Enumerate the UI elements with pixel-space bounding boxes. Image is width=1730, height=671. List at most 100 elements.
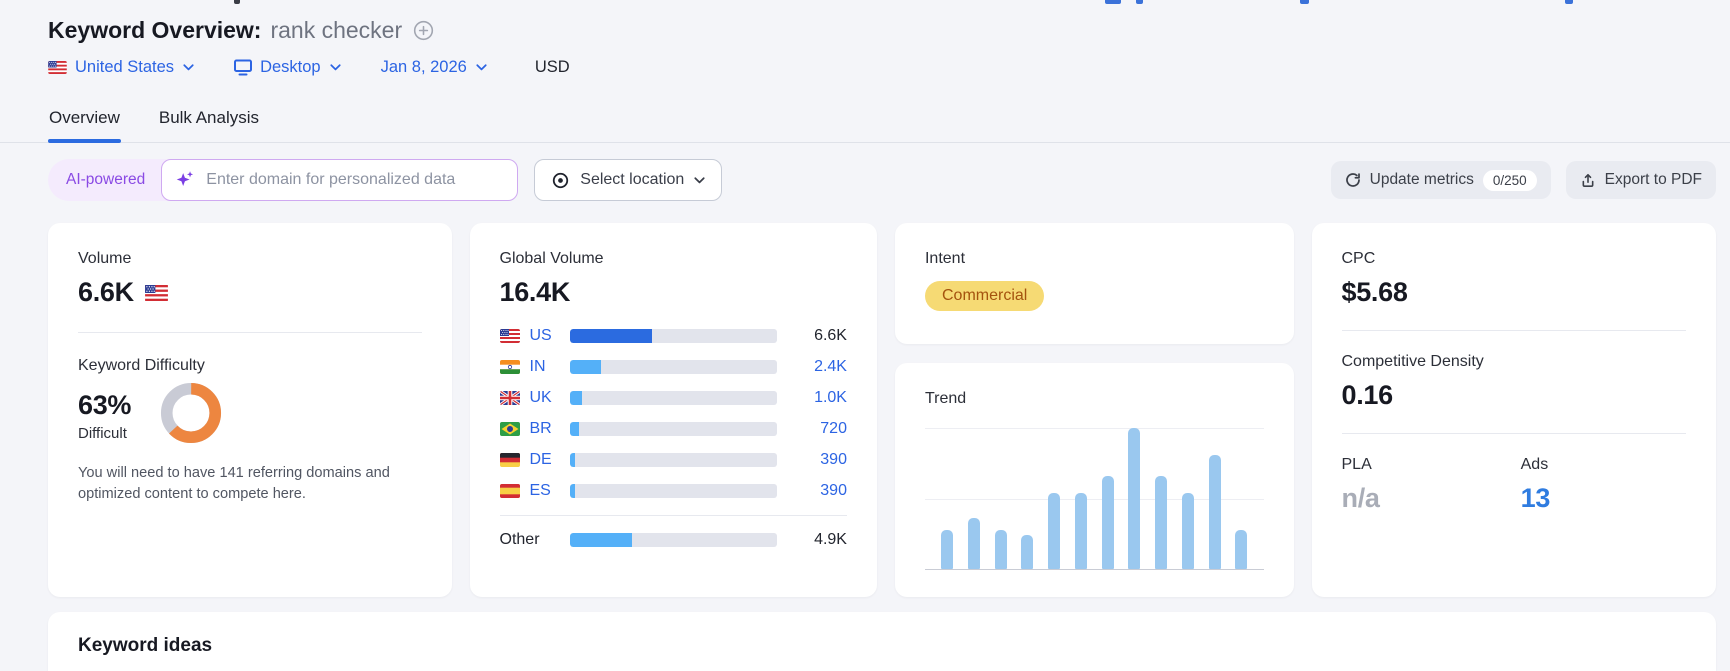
flag-icon-uk	[499, 391, 520, 405]
trend-bar	[1155, 475, 1168, 569]
difficulty-donut-chart	[159, 381, 223, 445]
volume-value: 6.6K	[78, 277, 422, 308]
refresh-icon	[1345, 172, 1361, 188]
us-flag-icon	[144, 284, 169, 301]
date-filter-label: Jan 8, 2026	[380, 58, 467, 76]
add-keyword-icon[interactable]	[413, 20, 434, 41]
ads-value: 13	[1520, 483, 1551, 513]
country-link[interactable]: ES	[530, 482, 564, 500]
cutoff-fragment	[1136, 0, 1143, 4]
pla-label: PLA	[1341, 456, 1372, 473]
cpc-card: CPC $5.68 Competitive Density 0.16 PLA n…	[1311, 223, 1716, 597]
cutoff-fragment	[1565, 0, 1573, 4]
volume-bar	[569, 484, 777, 498]
toolbar: AI-powered Select location Update metric…	[48, 159, 1716, 201]
country-volume-row: US 6.6K	[499, 325, 847, 347]
keyword-ideas-title: Keyword ideas	[78, 635, 213, 656]
divider	[1341, 330, 1686, 331]
chevron-down-icon	[694, 176, 705, 184]
trend-chart	[924, 428, 1264, 570]
volume-card: Volume 6.6K Keyword Difficulty 63% Diffi…	[48, 223, 452, 597]
flag-icon-es	[499, 484, 520, 498]
country-volume-list: US 6.6K IN 2.4K UK 1.0K BR 720 DE 390 ES 390	[499, 325, 847, 502]
page-title-label: Keyword Overview:	[48, 17, 262, 43]
pla-value: n/a	[1341, 483, 1380, 513]
keyword-difficulty-level: Difficult	[78, 424, 127, 442]
chevron-down-icon	[330, 64, 341, 71]
global-volume-value: 16.4K	[499, 277, 571, 307]
export-pdf-label: Export to PDF	[1604, 171, 1702, 188]
tab-bulk-analysis[interactable]: Bulk Analysis	[158, 102, 260, 142]
divider	[78, 332, 422, 333]
update-metrics-button[interactable]: Update metrics 0/250	[1330, 161, 1551, 199]
trend-bar	[1235, 529, 1248, 569]
country-volume-row: DE 390	[499, 449, 847, 471]
currency-label: USD	[534, 58, 570, 76]
update-counter-badge: 0/250	[1482, 169, 1537, 191]
date-filter[interactable]: Jan 8, 2026	[381, 58, 487, 77]
trend-card: Trend	[894, 363, 1294, 597]
flag-icon-us	[499, 329, 520, 343]
intent-label: Intent	[924, 250, 966, 267]
keyword-ideas-card: Keyword ideas	[48, 612, 1716, 671]
volume-label: Volume	[78, 250, 132, 267]
trend-bar	[967, 518, 980, 569]
country-link[interactable]: US	[530, 327, 564, 345]
us-flag-icon	[48, 61, 67, 74]
country-filter[interactable]: United States	[48, 58, 194, 77]
cutoff-fragment	[1300, 0, 1309, 4]
intent-card: Intent Commercial	[894, 223, 1294, 344]
country-volume-value: 6.6K	[814, 327, 847, 344]
cutoff-fragment	[1105, 0, 1121, 4]
country-volume-value: 720	[820, 420, 847, 437]
global-volume-card: Global Volume 16.4K US 6.6K IN 2.4K UK 1.0K BR…	[469, 223, 877, 597]
device-filter[interactable]: Desktop	[234, 58, 341, 77]
trend-bar	[1101, 475, 1114, 569]
divider	[1341, 433, 1686, 434]
competitive-density-value: 0.16	[1341, 380, 1394, 410]
trend-bar	[1181, 492, 1194, 569]
intent-badge[interactable]: Commercial	[924, 281, 1045, 311]
page-title-keyword: rank checker	[270, 17, 403, 43]
cpc-label: CPC	[1341, 250, 1376, 267]
country-volume-row: UK 1.0K	[499, 387, 847, 409]
filters-bar: United States Desktop Jan 8, 2026 USD	[48, 58, 1716, 77]
cutoff-fragment	[234, 0, 240, 4]
country-volume-row: IN 2.4K	[499, 356, 847, 378]
cpc-value: $5.68	[1341, 277, 1408, 307]
update-metrics-label: Update metrics	[1369, 171, 1474, 188]
country-volume-value: 1.0K	[814, 389, 847, 406]
trend-bar	[1021, 535, 1034, 569]
chevron-down-icon	[183, 64, 194, 71]
select-location-button[interactable]: Select location	[534, 159, 723, 201]
export-icon	[1580, 172, 1596, 189]
domain-input[interactable]	[161, 159, 519, 201]
flag-icon-in	[499, 360, 520, 374]
trend-bars	[940, 428, 1248, 569]
desktop-icon	[234, 59, 253, 76]
keyword-difficulty-label: Keyword Difficulty	[78, 357, 205, 374]
country-link[interactable]: IN	[530, 358, 564, 376]
trend-bar	[1208, 454, 1221, 569]
device-filter-label: Desktop	[260, 58, 321, 76]
volume-bar	[569, 453, 777, 467]
ai-powered-badge: AI-powered	[66, 171, 146, 188]
keyword-difficulty-value: 63%	[78, 389, 132, 420]
country-filter-label: United States	[75, 58, 175, 76]
country-link[interactable]: BR	[530, 420, 564, 438]
volume-bar	[569, 533, 777, 547]
country-volume-row: ES 390	[499, 480, 847, 502]
country-volume-value: 2.4K	[814, 358, 847, 375]
select-location-label: Select location	[580, 171, 685, 188]
ai-powered-group: AI-powered	[48, 159, 519, 201]
export-pdf-button[interactable]: Export to PDF	[1565, 161, 1716, 199]
volume-bar	[569, 360, 777, 374]
keyword-overview-screen: Keyword Overview: rank checker United St…	[0, 0, 1730, 671]
country-link[interactable]: DE	[530, 451, 564, 469]
difficulty-note: You will need to have 141 referring doma…	[78, 465, 390, 502]
trend-label: Trend	[924, 390, 967, 407]
tab-overview[interactable]: Overview	[48, 102, 121, 143]
country-link[interactable]: UK	[530, 389, 564, 407]
ads-label: Ads	[1520, 456, 1549, 473]
chart-baseline	[924, 569, 1264, 570]
